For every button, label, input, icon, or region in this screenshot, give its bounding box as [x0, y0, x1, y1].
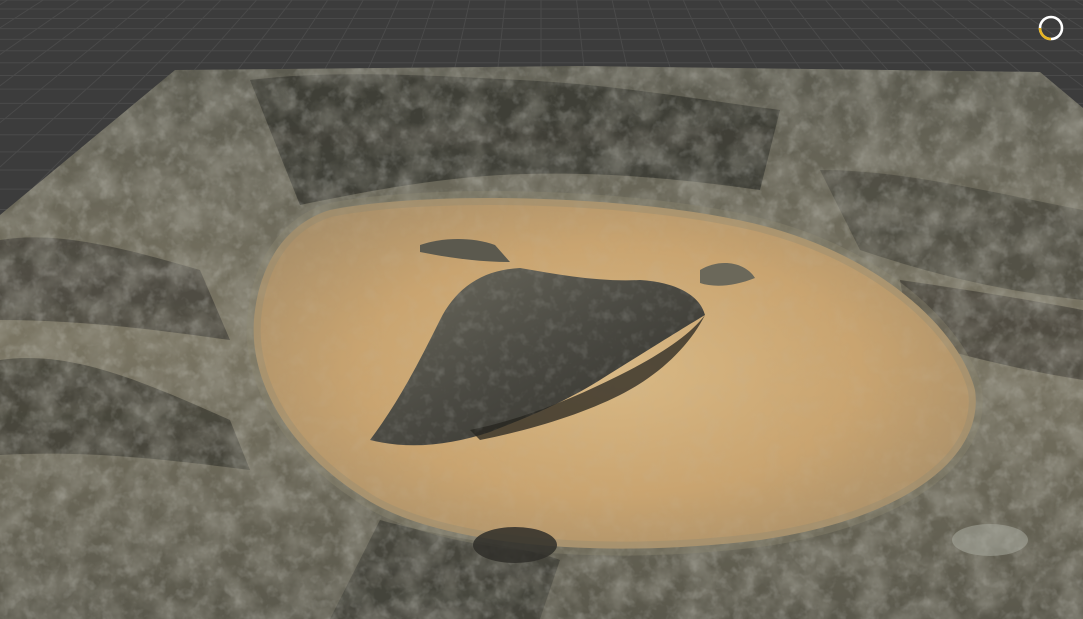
terrain-mesh [0, 66, 1083, 619]
loading-ring-icon [1038, 15, 1064, 41]
terrain-viewport[interactable] [0, 0, 1083, 619]
grid-line [0, 0, 28, 220]
terrain-scene[interactable] [0, 0, 1083, 619]
grid-line [0, 0, 1, 220]
